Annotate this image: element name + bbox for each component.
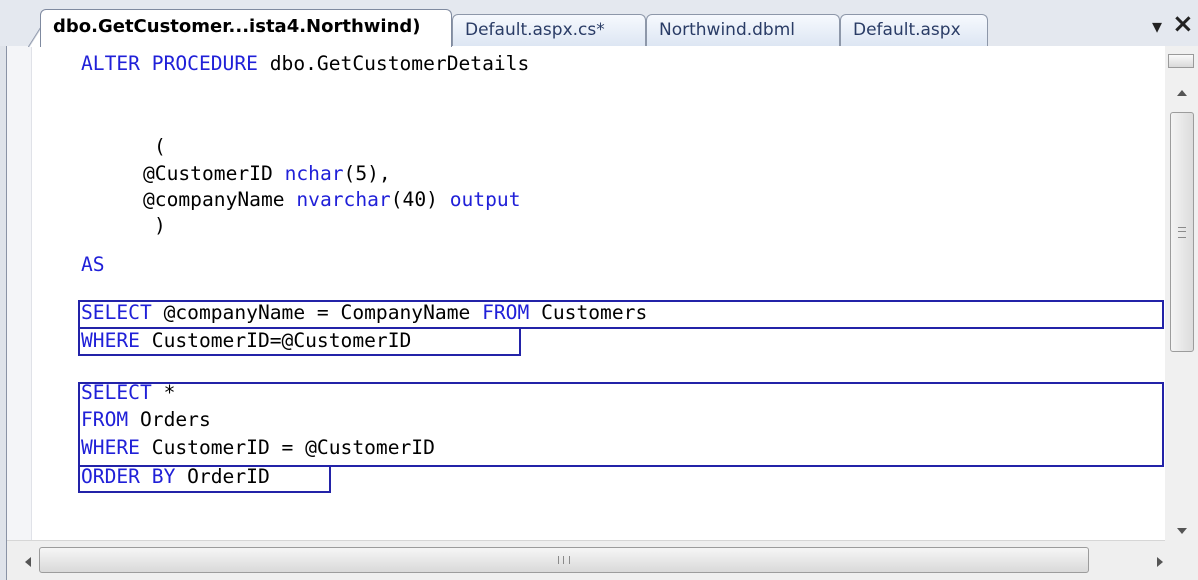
- sql-text: @CustomerID: [143, 162, 285, 185]
- code-line: ): [154, 213, 166, 239]
- code-line: @companyName nvarchar(40) output: [143, 187, 521, 213]
- tab-getcustomerdetails[interactable]: dbo.GetCustomer...ista4.Northwind): [40, 9, 452, 47]
- arrow-up-icon[interactable]: [1177, 90, 1187, 96]
- scrollbar-corner: [1165, 540, 1198, 580]
- sql-code-editor[interactable]: ALTER PROCEDURE dbo.GetCustomerDetails (…: [6, 46, 1198, 580]
- code-line: @CustomerID nchar(5),: [143, 161, 391, 187]
- code-line: WHERE CustomerID = @CustomerID: [81, 435, 435, 461]
- sql-keyword: WHERE: [81, 436, 140, 459]
- close-icon[interactable]: ×: [1172, 11, 1194, 37]
- horizontal-scroll-thumb[interactable]: [39, 547, 1089, 573]
- sql-text: (: [154, 135, 166, 158]
- code-line: ORDER BY OrderID: [81, 464, 270, 490]
- sql-text: @companyName = CompanyName: [151, 301, 483, 324]
- sql-text: Customers: [529, 301, 648, 324]
- code-line: WHERE CustomerID=@CustomerID: [81, 328, 411, 354]
- sql-keyword: SELECT: [81, 301, 152, 324]
- splitter-handle[interactable]: [1168, 54, 1194, 68]
- sql-text: CustomerID=@CustomerID: [139, 329, 412, 352]
- document-tab-strip: dbo.GetCustomer...ista4.Northwind) Defau…: [0, 0, 1198, 47]
- sql-keyword: SELECT: [81, 381, 152, 404]
- sql-keyword: ORDER BY: [81, 465, 176, 488]
- code-line: AS: [81, 252, 105, 278]
- sql-text: CustomerID = @CustomerID: [139, 436, 435, 459]
- sql-text: ): [154, 214, 166, 237]
- chevron-down-icon[interactable]: ▾: [1152, 14, 1162, 38]
- sql-keyword: FROM: [81, 408, 129, 431]
- sql-text: (40): [390, 188, 450, 211]
- arrow-left-icon[interactable]: [25, 557, 31, 567]
- sql-keyword: ALTER PROCEDURE: [81, 52, 258, 75]
- code-line: SELECT @companyName = CompanyName FROM C…: [81, 300, 647, 326]
- sql-keyword: nvarchar: [296, 188, 391, 211]
- sql-keyword: nchar: [284, 162, 344, 185]
- sql-text: (5),: [343, 162, 391, 185]
- grip-icon: [1178, 227, 1186, 238]
- tab-northwind-dbml[interactable]: Northwind.dbml: [646, 14, 840, 46]
- vertical-scrollbar[interactable]: [1165, 46, 1198, 540]
- sql-keyword: AS: [81, 253, 105, 276]
- sql-text: @companyName: [143, 188, 297, 211]
- sql-keyword: output: [449, 188, 521, 211]
- sql-keyword: WHERE: [81, 329, 140, 352]
- sql-keyword: FROM: [482, 301, 530, 324]
- sql-text: *: [151, 381, 176, 404]
- arrow-right-icon[interactable]: [1157, 557, 1163, 567]
- vertical-scroll-thumb[interactable]: [1170, 112, 1194, 352]
- horizontal-scrollbar[interactable]: [7, 540, 1165, 580]
- code-area[interactable]: ALTER PROCEDURE dbo.GetCustomerDetails (…: [7, 46, 1165, 540]
- tab-default-aspx-cs[interactable]: Default.aspx.cs*: [452, 14, 646, 46]
- code-line: FROM Orders: [81, 407, 211, 433]
- code-line: ALTER PROCEDURE dbo.GetCustomerDetails: [81, 51, 529, 77]
- tab-default-aspx[interactable]: Default.aspx: [840, 14, 988, 46]
- arrow-down-icon[interactable]: [1177, 528, 1187, 534]
- sql-text: Orders: [128, 408, 211, 431]
- sql-text: OrderID: [175, 465, 270, 488]
- code-line: SELECT *: [81, 380, 175, 406]
- code-line: (: [154, 134, 166, 160]
- grip-icon: [558, 556, 570, 564]
- sql-text: dbo.GetCustomerDetails: [257, 52, 530, 75]
